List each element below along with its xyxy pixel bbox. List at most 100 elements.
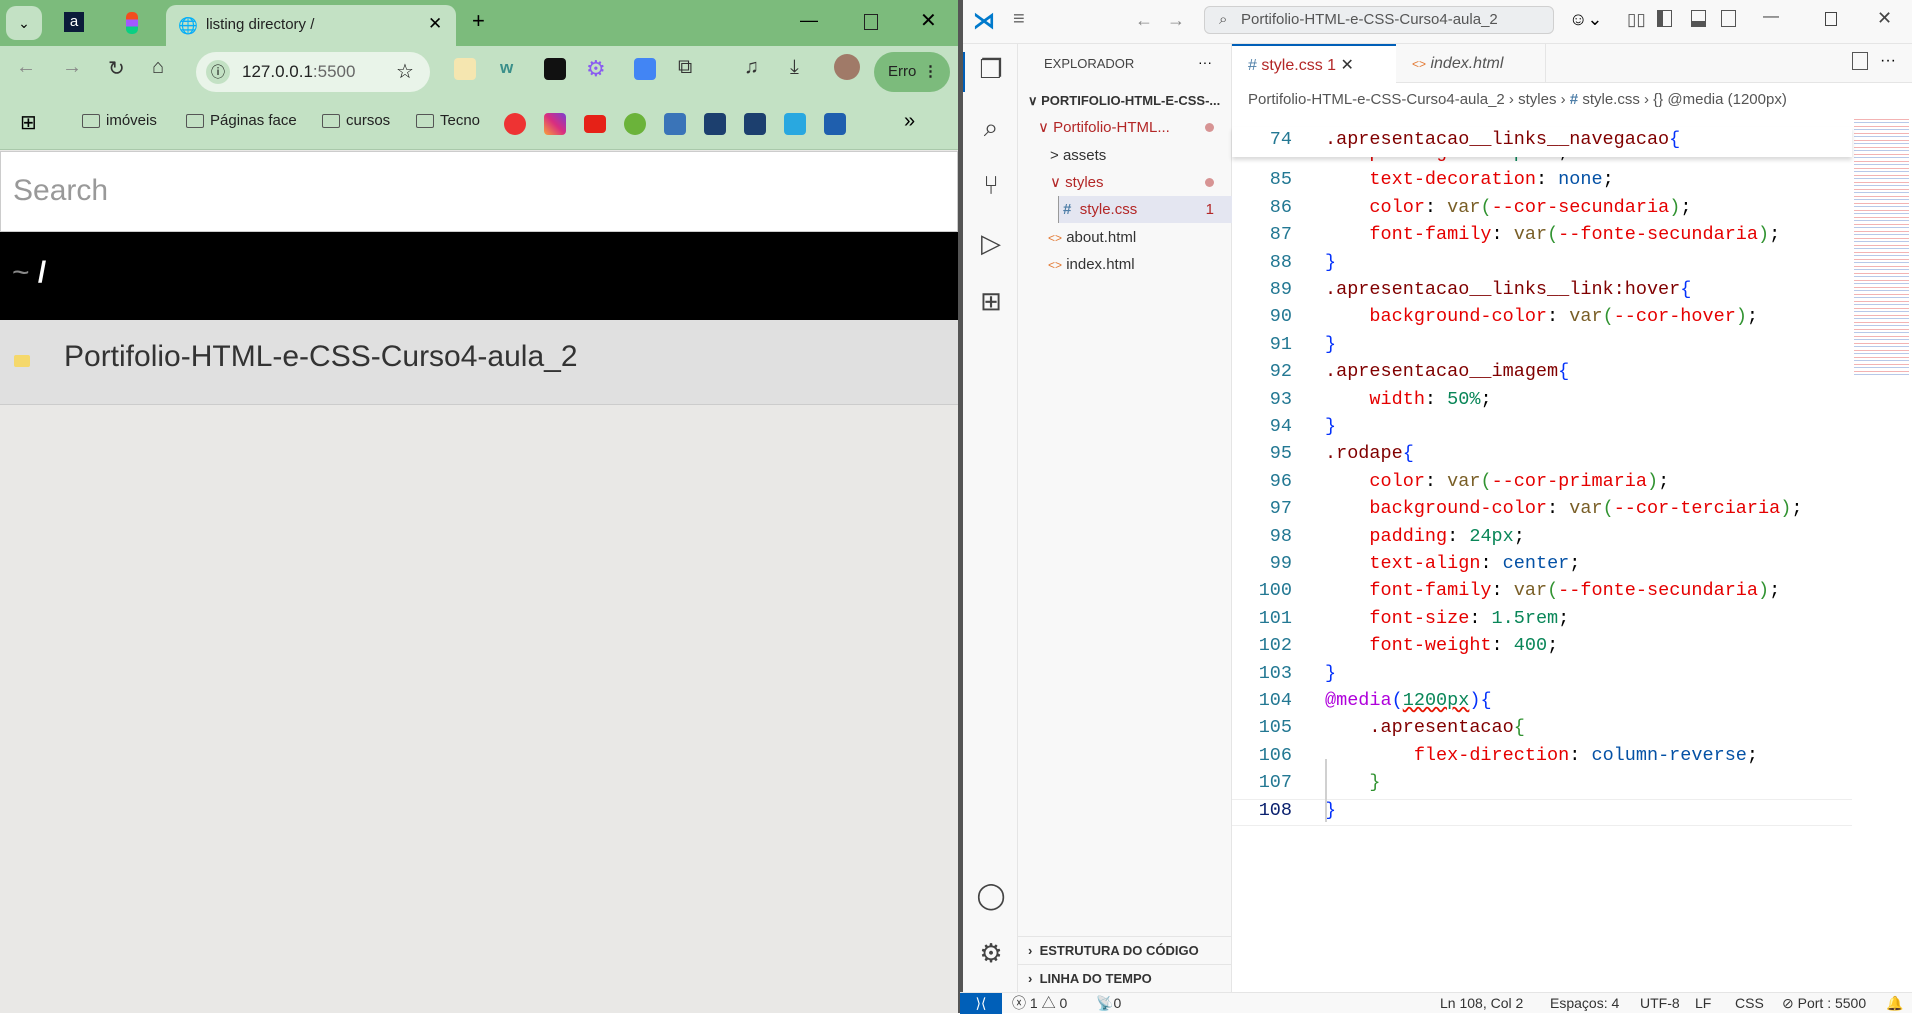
breadcrumb-item[interactable]: @media (1200px) bbox=[1667, 91, 1786, 108]
search-icon[interactable]: ⌕ bbox=[976, 112, 1006, 142]
more-bookmarks-icon[interactable]: » bbox=[904, 110, 915, 133]
ports-indicator[interactable]: 📡0 bbox=[1096, 993, 1121, 1013]
extension-gear-icon[interactable]: ⚙ bbox=[586, 56, 606, 82]
url-text[interactable]: 127.0.0.1:5500 bbox=[242, 62, 355, 82]
breadcrumb-item[interactable]: styles bbox=[1518, 91, 1556, 108]
code-line[interactable]: .apresentacao__links__navegacao{ bbox=[1325, 129, 1680, 150]
close-tab-icon[interactable]: ✕ bbox=[1341, 57, 1354, 74]
bookmark-hr-icon[interactable] bbox=[704, 113, 726, 135]
live-server-port[interactable]: ⊘ Port : 5500 bbox=[1782, 993, 1866, 1013]
instagram-icon[interactable] bbox=[544, 113, 566, 135]
maximize-button[interactable] bbox=[864, 14, 878, 30]
tree-file-index-html[interactable]: <> index.html bbox=[1018, 251, 1232, 278]
directory-entry[interactable]: Portifolio-HTML-e-CSS-Curso4-aula_2 bbox=[0, 320, 958, 405]
timeline-section[interactable]: › LINHA DO TEMPO bbox=[1018, 964, 1232, 991]
download-icon[interactable]: ⤓ bbox=[790, 56, 799, 79]
accounts-icon[interactable]: ◯ bbox=[976, 880, 1006, 910]
code-line[interactable]: flex-direction: column-reverse; bbox=[1325, 745, 1758, 766]
code-line[interactable]: text-align: center; bbox=[1325, 553, 1580, 574]
tab-style-css[interactable]: # style.css 1 ✕ bbox=[1232, 44, 1396, 84]
language-mode[interactable]: CSS bbox=[1735, 993, 1764, 1013]
problems-indicator[interactable]: ⓧ 1 △ 0 bbox=[1012, 993, 1067, 1013]
code-line[interactable]: .apresentacao{ bbox=[1325, 717, 1524, 738]
outline-section[interactable]: › ESTRUTURA DO CÓDIGO bbox=[1018, 936, 1232, 963]
code-line[interactable]: text-decoration: none; bbox=[1325, 169, 1613, 190]
code-line[interactable]: @media(1200px){ bbox=[1325, 690, 1492, 711]
code-line[interactable]: .rodape{ bbox=[1325, 443, 1414, 464]
sticky-scroll-header[interactable]: 74 .apresentacao__links__navegacao{ bbox=[1232, 127, 1852, 157]
close-window-button[interactable]: ✕ bbox=[1877, 8, 1892, 29]
explorer-files-icon[interactable]: ❐ bbox=[976, 54, 1006, 84]
bookmark-folder[interactable]: imóveis bbox=[82, 112, 157, 129]
pinned-tab-icon[interactable]: a bbox=[64, 12, 84, 32]
breadcrumb-item[interactable]: style.css bbox=[1582, 91, 1640, 108]
extensions-puzzle-icon[interactable]: ⧉ bbox=[678, 56, 692, 79]
bookmark-gear-icon[interactable] bbox=[624, 113, 646, 135]
close-tab-icon[interactable]: ✕ bbox=[428, 14, 442, 34]
tree-folder-assets[interactable]: > assets bbox=[1018, 142, 1232, 169]
explorer-more-button[interactable]: ··· bbox=[1198, 54, 1212, 70]
site-info-icon[interactable]: ⓘ bbox=[206, 60, 230, 84]
menu-kebab-icon[interactable]: ⋮ bbox=[923, 52, 938, 92]
bookmark-folder[interactable]: cursos bbox=[322, 112, 390, 129]
profile-error-button[interactable]: Erro ⋮ bbox=[874, 52, 950, 92]
manage-gear-icon[interactable]: ⚙ bbox=[976, 938, 1006, 968]
code-line[interactable]: width: 50%; bbox=[1325, 389, 1491, 410]
figma-tab-icon[interactable] bbox=[126, 12, 138, 34]
home-icon[interactable]: ⌂ bbox=[152, 56, 164, 79]
code-line[interactable]: font-weight: 400; bbox=[1325, 635, 1558, 656]
reload-icon[interactable]: ↻ bbox=[108, 56, 125, 81]
close-window-button[interactable]: ✕ bbox=[920, 8, 937, 33]
code-line[interactable]: background-color: var(--cor-hover); bbox=[1325, 306, 1758, 327]
code-line[interactable]: } bbox=[1325, 416, 1336, 437]
code-line[interactable]: .apresentacao__imagem{ bbox=[1325, 361, 1569, 382]
tab-index-html[interactable]: <> index.html bbox=[1396, 44, 1546, 83]
customize-layout-icon[interactable]: ▯▯ bbox=[1627, 10, 1646, 30]
bookmark-folder[interactable]: Páginas face bbox=[186, 112, 297, 129]
bookmark-house-icon[interactable] bbox=[664, 113, 686, 135]
code-line[interactable]: font-family: var(--fonte-secundaria); bbox=[1325, 224, 1780, 245]
profile-avatar[interactable] bbox=[834, 54, 860, 80]
google-translate-icon[interactable] bbox=[634, 58, 656, 80]
tree-root-folder[interactable]: ∨ PORTIFOLIO-HTML-E-CSS-... bbox=[1018, 87, 1232, 114]
nav-forward-icon[interactable]: → bbox=[1167, 10, 1185, 31]
code-line[interactable]: color: var(--cor-secundaria); bbox=[1325, 197, 1691, 218]
apps-grid-icon[interactable]: ⊞ bbox=[20, 110, 37, 135]
search-input[interactable]: Search bbox=[0, 151, 958, 232]
code-line[interactable]: color: var(--cor-primaria); bbox=[1325, 471, 1669, 492]
toggle-secondary-sidebar-icon[interactable] bbox=[1721, 10, 1736, 27]
tab-search-button[interactable]: ⌄ bbox=[6, 6, 42, 40]
code-line[interactable]: } bbox=[1325, 334, 1336, 355]
toggle-panel-icon[interactable] bbox=[1691, 10, 1706, 27]
menu-hamburger-icon[interactable]: ≡ bbox=[1013, 8, 1025, 31]
address-bar[interactable]: ⓘ 127.0.0.1:5500 ☆ bbox=[196, 52, 430, 92]
indentation[interactable]: Espaços: 4 bbox=[1550, 993, 1619, 1013]
extension-send-icon[interactable] bbox=[544, 58, 566, 80]
tree-file-style-css[interactable]: # style.css 1 bbox=[1058, 196, 1232, 223]
maximize-button[interactable] bbox=[1825, 12, 1837, 26]
tree-folder-styles[interactable]: ∨ styles bbox=[1018, 169, 1232, 196]
code-line[interactable]: } bbox=[1325, 663, 1336, 684]
code-line[interactable]: font-size: 1.5rem; bbox=[1325, 608, 1569, 629]
run-debug-icon[interactable]: ▷ bbox=[976, 228, 1006, 258]
code-line[interactable]: } bbox=[1325, 772, 1380, 793]
breadcrumb-item[interactable]: Portifolio-HTML-e-CSS-Curso4-aula_2 bbox=[1248, 91, 1505, 108]
remote-indicator[interactable]: ⟩⟨ bbox=[960, 993, 1002, 1014]
code-line[interactable]: } bbox=[1325, 252, 1336, 273]
more-actions-icon[interactable]: ··· bbox=[1880, 52, 1896, 70]
bookmark-folder[interactable]: Tecno bbox=[416, 112, 480, 129]
toggle-sidebar-icon[interactable] bbox=[1657, 10, 1672, 27]
extension-w-icon[interactable]: w bbox=[500, 58, 513, 78]
home-link[interactable]: ~ bbox=[12, 256, 30, 289]
bookmark-hr-icon[interactable] bbox=[744, 113, 766, 135]
code-line[interactable]: .apresentacao__links__link:hover{ bbox=[1325, 279, 1691, 300]
code-line[interactable]: background-color: var(--cor-terciaria); bbox=[1325, 498, 1802, 519]
new-tab-button[interactable]: + bbox=[472, 8, 485, 34]
split-editor-icon[interactable] bbox=[1852, 52, 1868, 70]
line-ending[interactable]: LF bbox=[1695, 993, 1711, 1013]
minimize-button[interactable]: — bbox=[1763, 8, 1779, 26]
code-line[interactable]: font-family: var(--fonte-secundaria); bbox=[1325, 580, 1780, 601]
extensions-icon[interactable]: ⊞ bbox=[976, 286, 1006, 316]
forward-icon[interactable]: → bbox=[62, 56, 82, 79]
encoding[interactable]: UTF-8 bbox=[1640, 993, 1680, 1013]
